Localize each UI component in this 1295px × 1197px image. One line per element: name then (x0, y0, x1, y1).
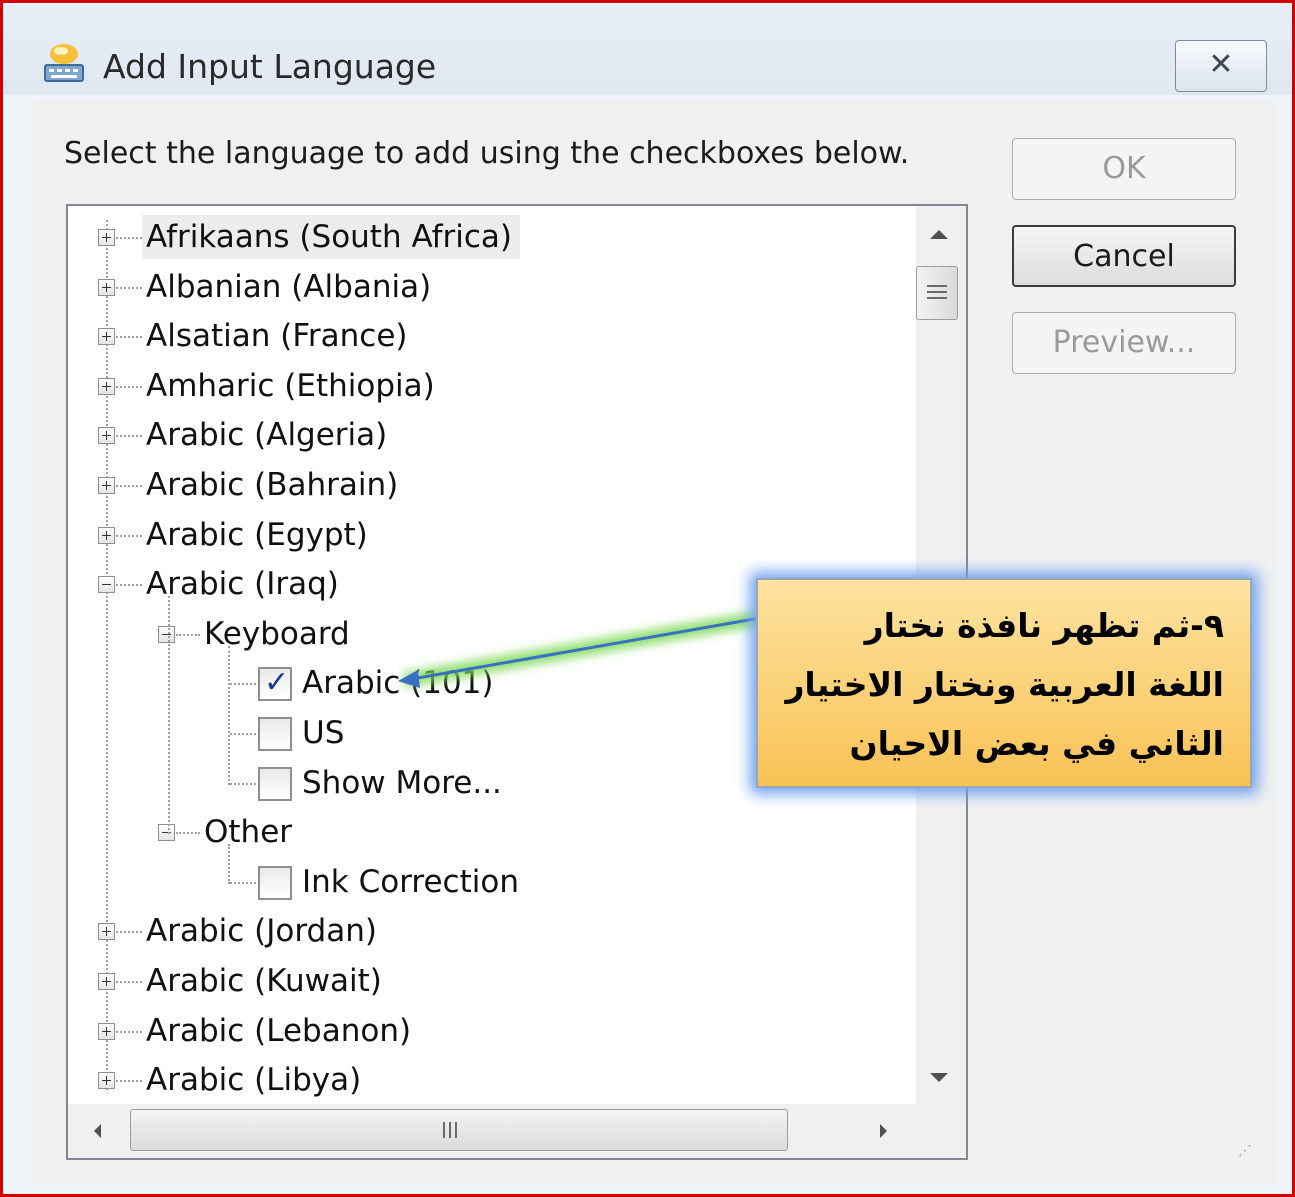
tree-item-language-label: Arabic (Libya) (146, 1062, 362, 1099)
tree-item-language[interactable]: Arabic (Kuwait) (68, 959, 908, 1003)
window-title: Add Input Language (103, 47, 437, 86)
tree-item-language-label: Arabic (Lebanon) (146, 1012, 412, 1049)
ok-button[interactable]: OK (1012, 138, 1236, 200)
tree-item-language[interactable]: Albanian (Albania) (68, 265, 908, 309)
tree-item-language[interactable]: Arabic (Egypt) (68, 513, 908, 557)
tree-connector-line (228, 645, 230, 785)
tree-item-language[interactable]: Afrikaans (South Africa) (68, 215, 908, 259)
tree-item-other-group[interactable]: Other (68, 810, 908, 854)
tree-item-language[interactable]: Alsatian (France) (68, 314, 908, 358)
tree-item-language-expanded-label: Arabic (Iraq) (146, 566, 339, 603)
vertical-scroll-thumb[interactable] (916, 266, 958, 320)
tree-item-language-label: Arabic (Jordan) (146, 913, 377, 950)
tree-item-language[interactable]: Arabic (Libya) (68, 1058, 908, 1102)
tree-item-language-label: Alsatian (France) (146, 318, 408, 355)
tree-item-language[interactable]: Arabic (Jordan) (68, 909, 908, 953)
tree-item-language-label: Arabic (Egypt) (146, 516, 368, 553)
title-bar: Add Input Language ✕ (3, 3, 1292, 95)
tree-item-keyboard-group-label: Keyboard (204, 615, 350, 652)
scrollbar-corner (916, 1104, 966, 1158)
tree-item-other-label: Ink Correction (302, 863, 519, 900)
tree-item-language-label: Albanian (Albania) (146, 268, 432, 305)
tree-item-language-label: Arabic (Algeria) (146, 417, 388, 454)
tree-item-keyboard-layout-label: US (302, 715, 345, 751)
horizontal-scrollbar[interactable] (68, 1104, 916, 1158)
tree-item-language-label: Arabic (Bahrain) (146, 467, 399, 503)
tree-item-language-label: Amharic (Ethiopia) (146, 367, 435, 404)
scroll-down-arrow-icon[interactable] (930, 1073, 948, 1082)
tree-item-language[interactable]: Arabic (Lebanon) (68, 1009, 908, 1053)
annotation-callout: ٩-ثم تظهر نافذة نختار اللغة العربية ونخت… (756, 578, 1252, 788)
scroll-up-arrow-icon[interactable] (930, 230, 948, 239)
close-button[interactable]: ✕ (1175, 40, 1267, 92)
resize-grip-icon[interactable]: ⋰ (1238, 1144, 1268, 1176)
cancel-button[interactable]: Cancel (1012, 225, 1236, 287)
tree-connector-line (168, 596, 170, 835)
tree-item-keyboard-layout-label: Arabic (101) (302, 665, 494, 702)
tree-item-language[interactable]: Arabic (Bahrain) (68, 463, 908, 507)
keyboard-language-icon (44, 44, 84, 82)
tree-item-other-group-label: Other (204, 814, 293, 851)
tree-item-language[interactable]: Arabic (Algeria) (68, 413, 908, 457)
horizontal-scroll-thumb[interactable] (130, 1109, 788, 1151)
tree-connector-line (228, 844, 230, 884)
tree-item-other[interactable]: Ink Correction (68, 860, 908, 904)
scroll-right-arrow-icon[interactable] (880, 1124, 887, 1138)
instruction-text: Select the language to add using the che… (64, 136, 910, 171)
tree-item-language-label: Afrikaans (South Africa) (142, 215, 520, 259)
tree-item-language-label: Arabic (Kuwait) (146, 963, 382, 999)
close-icon: ✕ (1208, 47, 1234, 82)
callout-text: ٩-ثم تظهر نافذة نختار اللغة العربية ونخت… (785, 606, 1224, 763)
preview-button[interactable]: Preview... (1012, 312, 1236, 374)
tree-item-keyboard-layout-label: Show More... (302, 764, 502, 801)
tree-item-language[interactable]: Amharic (Ethiopia) (68, 364, 908, 408)
scroll-left-arrow-icon[interactable] (94, 1124, 101, 1138)
